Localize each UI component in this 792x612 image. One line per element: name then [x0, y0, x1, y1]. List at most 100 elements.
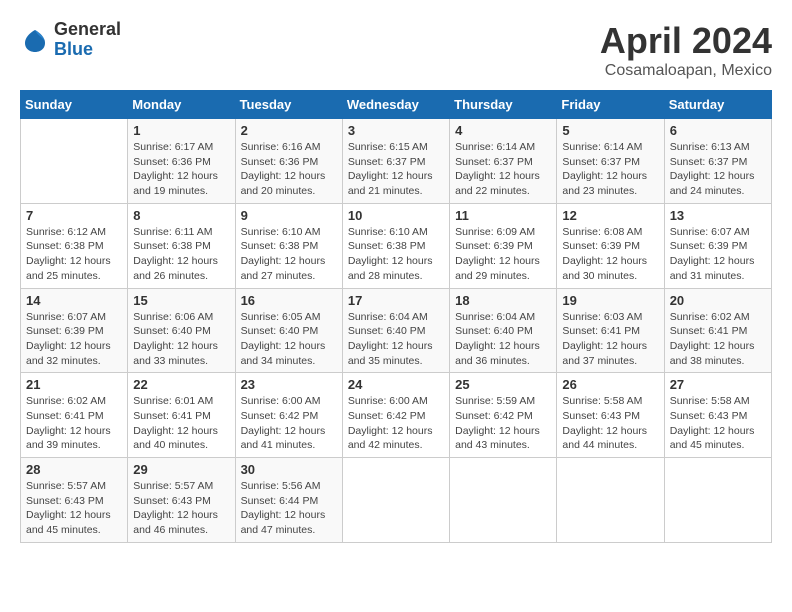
header-day-tuesday: Tuesday — [235, 91, 342, 119]
day-info: Sunrise: 6:08 AM Sunset: 6:39 PM Dayligh… — [562, 225, 658, 284]
logo-text: General Blue — [54, 20, 121, 60]
day-info: Sunrise: 5:58 AM Sunset: 6:43 PM Dayligh… — [670, 394, 766, 453]
day-cell: 11 Sunrise: 6:09 AM Sunset: 6:39 PM Dayli… — [450, 203, 557, 288]
day-info: Sunrise: 6:13 AM Sunset: 6:37 PM Dayligh… — [670, 140, 766, 199]
calendar-subtitle: Cosamaloapan, Mexico — [600, 62, 772, 80]
day-info: Sunrise: 6:14 AM Sunset: 6:37 PM Dayligh… — [562, 140, 658, 199]
day-number: 4 — [455, 123, 551, 138]
day-cell: 12 Sunrise: 6:08 AM Sunset: 6:39 PM Dayli… — [557, 203, 664, 288]
day-cell: 21 Sunrise: 6:02 AM Sunset: 6:41 PM Dayli… — [21, 373, 128, 458]
day-cell: 15Sunrise: 6:06 AM Sunset: 6:40 PM Dayli… — [128, 288, 235, 373]
day-number: 19 — [562, 293, 658, 308]
day-cell: 22 Sunrise: 6:01 AM Sunset: 6:41 PM Dayli… — [128, 373, 235, 458]
day-info: Sunrise: 6:00 AM Sunset: 6:42 PM Dayligh… — [348, 394, 444, 453]
title-section: April 2024 Cosamaloapan, Mexico — [600, 20, 772, 80]
day-cell: 30 Sunrise: 5:56 AM Sunset: 6:44 PM Dayli… — [235, 458, 342, 543]
day-info: Sunrise: 6:07 AM Sunset: 6:39 PM Dayligh… — [26, 310, 122, 369]
logo-icon — [20, 25, 50, 55]
day-number: 9 — [241, 208, 337, 223]
day-number: 12 — [562, 208, 658, 223]
day-cell — [450, 458, 557, 543]
week-row-4: 28Sunrise: 5:57 AM Sunset: 6:43 PM Dayli… — [21, 458, 772, 543]
day-info: Sunrise: 5:57 AM Sunset: 6:43 PM Dayligh… — [133, 479, 229, 538]
header-day-thursday: Thursday — [450, 91, 557, 119]
calendar-title: April 2024 — [600, 20, 772, 62]
day-cell: 6Sunrise: 6:13 AM Sunset: 6:37 PM Daylig… — [664, 119, 771, 204]
day-cell: 20 Sunrise: 6:02 AM Sunset: 6:41 PM Dayli… — [664, 288, 771, 373]
day-info: Sunrise: 5:56 AM Sunset: 6:44 PM Dayligh… — [241, 479, 337, 538]
logo-blue: Blue — [54, 40, 121, 60]
day-cell: 17 Sunrise: 6:04 AM Sunset: 6:40 PM Dayli… — [342, 288, 449, 373]
day-cell: 8Sunrise: 6:11 AM Sunset: 6:38 PM Daylig… — [128, 203, 235, 288]
day-cell: 1 Sunrise: 6:17 AM Sunset: 6:36 PM Daylig… — [128, 119, 235, 204]
day-cell: 5 Sunrise: 6:14 AM Sunset: 6:37 PM Daylig… — [557, 119, 664, 204]
header-day-wednesday: Wednesday — [342, 91, 449, 119]
day-number: 27 — [670, 377, 766, 392]
day-info: Sunrise: 5:57 AM Sunset: 6:43 PM Dayligh… — [26, 479, 122, 538]
header-day-monday: Monday — [128, 91, 235, 119]
day-number: 16 — [241, 293, 337, 308]
day-number: 3 — [348, 123, 444, 138]
day-cell: 25 Sunrise: 5:59 AM Sunset: 6:42 PM Dayli… — [450, 373, 557, 458]
day-info: Sunrise: 6:10 AM Sunset: 6:38 PM Dayligh… — [348, 225, 444, 284]
day-info: Sunrise: 6:00 AM Sunset: 6:42 PM Dayligh… — [241, 394, 337, 453]
day-number: 2 — [241, 123, 337, 138]
day-cell: 10Sunrise: 6:10 AM Sunset: 6:38 PM Dayli… — [342, 203, 449, 288]
day-info: Sunrise: 5:58 AM Sunset: 6:43 PM Dayligh… — [562, 394, 658, 453]
week-row-2: 14 Sunrise: 6:07 AM Sunset: 6:39 PM Dayli… — [21, 288, 772, 373]
day-number: 20 — [670, 293, 766, 308]
day-info: Sunrise: 6:05 AM Sunset: 6:40 PM Dayligh… — [241, 310, 337, 369]
day-info: Sunrise: 6:10 AM Sunset: 6:38 PM Dayligh… — [241, 225, 337, 284]
day-number: 30 — [241, 462, 337, 477]
day-number: 5 — [562, 123, 658, 138]
day-cell: 26Sunrise: 5:58 AM Sunset: 6:43 PM Dayli… — [557, 373, 664, 458]
day-number: 22 — [133, 377, 229, 392]
day-cell: 29 Sunrise: 5:57 AM Sunset: 6:43 PM Dayli… — [128, 458, 235, 543]
day-cell: 3 Sunrise: 6:15 AM Sunset: 6:37 PM Daylig… — [342, 119, 449, 204]
day-cell: 13Sunrise: 6:07 AM Sunset: 6:39 PM Dayli… — [664, 203, 771, 288]
day-number: 11 — [455, 208, 551, 223]
day-cell: 4 Sunrise: 6:14 AM Sunset: 6:37 PM Daylig… — [450, 119, 557, 204]
day-cell: 16 Sunrise: 6:05 AM Sunset: 6:40 PM Dayli… — [235, 288, 342, 373]
day-info: Sunrise: 6:14 AM Sunset: 6:37 PM Dayligh… — [455, 140, 551, 199]
calendar-body: 1 Sunrise: 6:17 AM Sunset: 6:36 PM Daylig… — [21, 119, 772, 543]
day-info: Sunrise: 6:06 AM Sunset: 6:40 PM Dayligh… — [133, 310, 229, 369]
day-info: Sunrise: 5:59 AM Sunset: 6:42 PM Dayligh… — [455, 394, 551, 453]
day-info: Sunrise: 6:07 AM Sunset: 6:39 PM Dayligh… — [670, 225, 766, 284]
day-cell: 9 Sunrise: 6:10 AM Sunset: 6:38 PM Daylig… — [235, 203, 342, 288]
day-number: 1 — [133, 123, 229, 138]
logo-general: General — [54, 20, 121, 40]
day-info: Sunrise: 6:17 AM Sunset: 6:36 PM Dayligh… — [133, 140, 229, 199]
logo: General Blue — [20, 20, 121, 60]
day-info: Sunrise: 6:15 AM Sunset: 6:37 PM Dayligh… — [348, 140, 444, 199]
calendar-header: SundayMondayTuesdayWednesdayThursdayFrid… — [21, 91, 772, 119]
day-number: 7 — [26, 208, 122, 223]
day-cell: 24 Sunrise: 6:00 AM Sunset: 6:42 PM Dayli… — [342, 373, 449, 458]
day-info: Sunrise: 6:02 AM Sunset: 6:41 PM Dayligh… — [26, 394, 122, 453]
day-cell: 7 Sunrise: 6:12 AM Sunset: 6:38 PM Daylig… — [21, 203, 128, 288]
day-number: 21 — [26, 377, 122, 392]
day-number: 29 — [133, 462, 229, 477]
day-info: Sunrise: 6:09 AM Sunset: 6:39 PM Dayligh… — [455, 225, 551, 284]
day-cell — [21, 119, 128, 204]
day-info: Sunrise: 6:01 AM Sunset: 6:41 PM Dayligh… — [133, 394, 229, 453]
day-number: 18 — [455, 293, 551, 308]
day-cell: 27 Sunrise: 5:58 AM Sunset: 6:43 PM Dayli… — [664, 373, 771, 458]
day-cell: 23Sunrise: 6:00 AM Sunset: 6:42 PM Dayli… — [235, 373, 342, 458]
day-cell — [664, 458, 771, 543]
week-row-0: 1 Sunrise: 6:17 AM Sunset: 6:36 PM Daylig… — [21, 119, 772, 204]
day-number: 24 — [348, 377, 444, 392]
day-number: 17 — [348, 293, 444, 308]
week-row-1: 7 Sunrise: 6:12 AM Sunset: 6:38 PM Daylig… — [21, 203, 772, 288]
day-info: Sunrise: 6:03 AM Sunset: 6:41 PM Dayligh… — [562, 310, 658, 369]
calendar-table: SundayMondayTuesdayWednesdayThursdayFrid… — [20, 90, 772, 543]
day-info: Sunrise: 6:12 AM Sunset: 6:38 PM Dayligh… — [26, 225, 122, 284]
header-row: SundayMondayTuesdayWednesdayThursdayFrid… — [21, 91, 772, 119]
header-day-sunday: Sunday — [21, 91, 128, 119]
day-number: 14 — [26, 293, 122, 308]
week-row-3: 21 Sunrise: 6:02 AM Sunset: 6:41 PM Dayli… — [21, 373, 772, 458]
day-cell: 14 Sunrise: 6:07 AM Sunset: 6:39 PM Dayli… — [21, 288, 128, 373]
day-info: Sunrise: 6:02 AM Sunset: 6:41 PM Dayligh… — [670, 310, 766, 369]
day-number: 25 — [455, 377, 551, 392]
day-info: Sunrise: 6:04 AM Sunset: 6:40 PM Dayligh… — [348, 310, 444, 369]
